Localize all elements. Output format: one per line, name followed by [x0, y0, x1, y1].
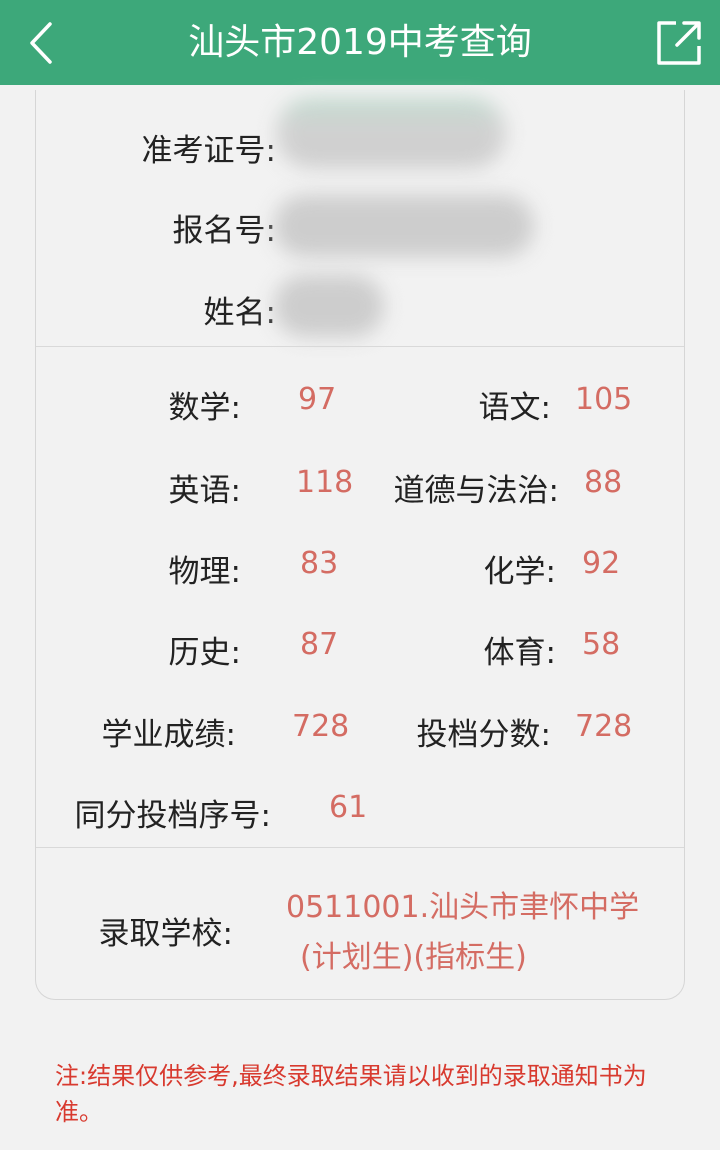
admitted-school-name: 0511001.汕头市聿怀中学: [286, 890, 640, 925]
academic-total-score: 728: [292, 709, 350, 744]
registration-number-redacted: [274, 195, 534, 257]
tie-rank-label: 同分投档序号:: [74, 798, 271, 834]
share-button[interactable]: [656, 20, 702, 66]
chinese-label: 语文:: [478, 390, 551, 426]
ethics-label: 道德与法治:: [393, 473, 559, 509]
disclaimer-note: 注:结果仅供参考,最终录取结果请以收到的录取通知书为准。: [55, 1062, 647, 1126]
admitted-school-label: 录取学校:: [98, 916, 233, 952]
physics-label: 物理:: [168, 554, 241, 590]
physics-score: 83: [300, 546, 339, 581]
math-label: 数学:: [168, 390, 241, 426]
history-score: 87: [300, 627, 339, 662]
chemistry-label: 化学:: [483, 554, 556, 590]
page-title: 汕头市2019中考查询: [188, 22, 532, 63]
pe-label: 体育:: [483, 635, 556, 671]
english-score: 118: [296, 465, 354, 500]
academic-total-label: 学业成绩:: [101, 717, 236, 753]
section-divider: [36, 847, 684, 848]
chemistry-score: 92: [582, 546, 621, 581]
english-label: 英语:: [168, 473, 241, 509]
ethics-score: 88: [584, 465, 623, 500]
admitted-school-type: (计划生)(指标生): [300, 940, 527, 975]
share-external-icon: [657, 21, 701, 65]
registration-number-label: 报名号:: [172, 213, 276, 249]
tie-rank-value: 61: [329, 790, 368, 825]
filing-score-label: 投档分数:: [416, 717, 551, 753]
section-divider: [36, 346, 684, 347]
filing-score: 728: [575, 709, 633, 744]
pe-score: 58: [582, 627, 621, 662]
exam-number-label: 准考证号:: [141, 133, 276, 169]
app-header: 汕头市2019中考查询: [0, 0, 720, 85]
exam-number-redacted: [276, 98, 506, 168]
math-score: 97: [298, 382, 337, 417]
chinese-score: 105: [575, 382, 633, 417]
name-redacted: [274, 275, 384, 337]
result-card: 准考证号: 报名号: 姓名: 数学: 97 语文: 105 英语: 118 道德…: [35, 90, 685, 1000]
name-label: 姓名:: [203, 295, 276, 331]
history-label: 历史:: [168, 635, 241, 671]
